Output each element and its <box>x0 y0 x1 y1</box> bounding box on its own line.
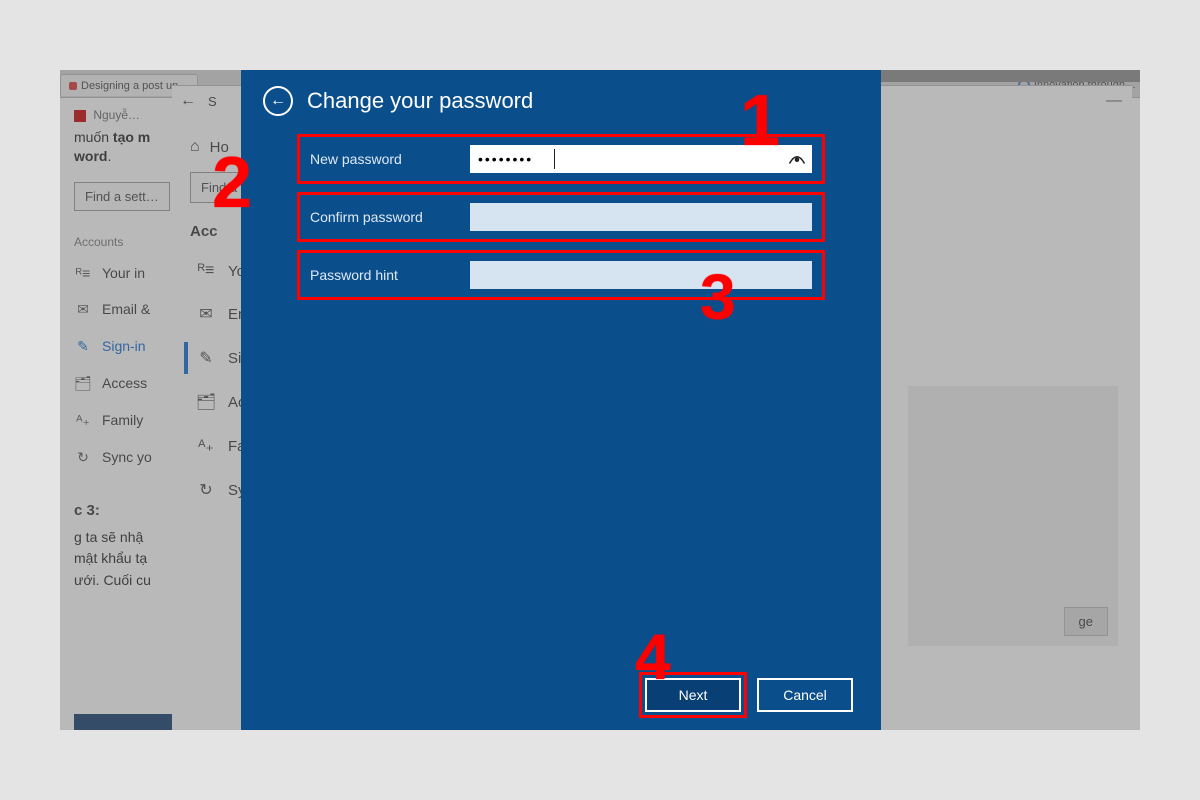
minimize-icon[interactable]: — <box>1106 92 1122 110</box>
family-icon: ᴬ₊ <box>196 436 216 456</box>
logo-icon <box>74 110 86 122</box>
change-button[interactable]: ge <box>1064 607 1108 636</box>
nav-item-label: Sync yo <box>102 449 152 465</box>
screenshot-canvas: Designing a post un… Innovation through…… <box>60 70 1140 730</box>
sync-icon: ↻ <box>196 480 216 500</box>
briefcase-icon: 🗂 <box>74 375 92 392</box>
nav-item-label: Access <box>102 375 147 391</box>
confirm-password-input[interactable] <box>470 203 812 231</box>
back-button[interactable]: ← <box>263 86 293 116</box>
person-icon: ᴿ≡ <box>196 262 216 280</box>
text-caret <box>554 149 555 169</box>
nav-item-label: Sign-in <box>102 338 146 354</box>
back-arrow-icon[interactable]: ← <box>180 92 196 110</box>
next-button[interactable]: Next <box>645 678 741 712</box>
confirm-password-label: Confirm password <box>310 209 470 225</box>
key-icon: ✎ <box>196 348 216 368</box>
nav-item-label: Your in <box>102 265 145 281</box>
new-password-label: New password <box>310 151 470 167</box>
dialog-title: Change your password <box>307 88 533 114</box>
nav-item-label: Family <box>102 412 143 428</box>
key-icon: ✎ <box>74 338 92 355</box>
content-pane: ge <box>908 386 1118 646</box>
eye-icon <box>788 152 806 166</box>
new-password-field[interactable] <box>470 145 812 173</box>
password-hint-label: Password hint <box>310 267 470 283</box>
window-title: S <box>208 94 217 109</box>
family-icon: ᴬ₊ <box>74 412 92 429</box>
cancel-button[interactable]: Cancel <box>757 678 853 712</box>
home-icon: ⌂ <box>190 138 200 156</box>
mail-icon: ✉ <box>196 304 216 324</box>
find-setting-input[interactable]: Find a <box>190 172 248 203</box>
confirm-password-row: Confirm password <box>297 192 825 242</box>
sync-icon: ↻ <box>74 449 92 466</box>
reveal-password-button[interactable] <box>786 150 808 168</box>
find-setting-input[interactable]: Find a sett… <box>74 182 170 211</box>
confirm-password-field[interactable] <box>470 203 812 231</box>
password-hint-row: Password hint <box>297 250 825 300</box>
change-password-dialog: ← Change your password New password <box>241 70 881 730</box>
favicon-icon <box>69 82 77 90</box>
password-hint-field[interactable] <box>470 261 812 289</box>
new-password-row: New password <box>297 134 825 184</box>
mail-icon: ✉ <box>74 301 92 318</box>
new-password-input[interactable] <box>470 145 812 173</box>
person-icon: ᴿ≡ <box>74 265 92 281</box>
arrow-left-icon: ← <box>270 92 286 110</box>
password-hint-input[interactable] <box>470 261 812 289</box>
nav-item-label: Email & <box>102 301 150 317</box>
briefcase-icon: 🗂 <box>196 392 216 412</box>
